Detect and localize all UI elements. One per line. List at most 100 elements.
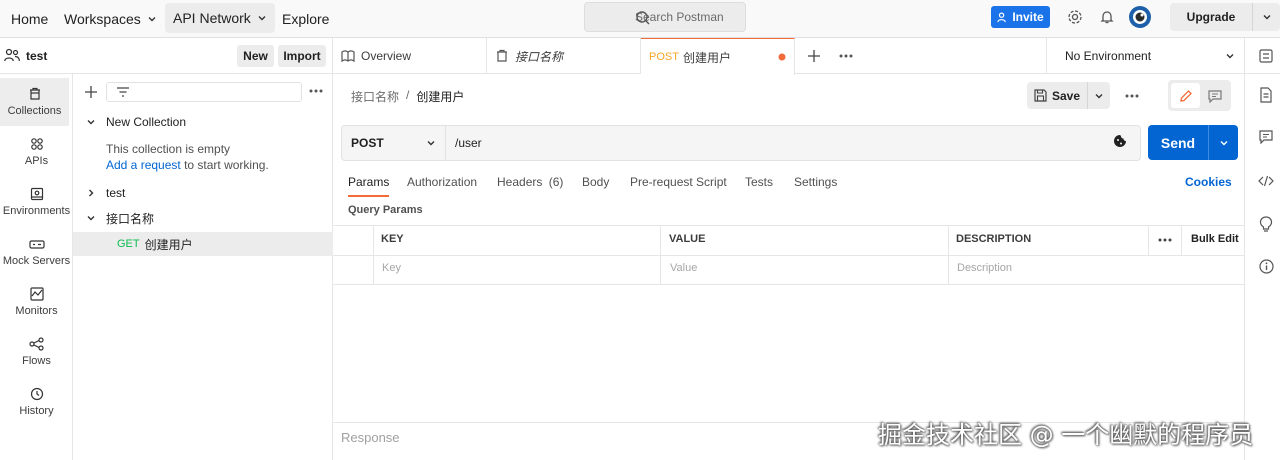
rail-environments[interactable]: Environments bbox=[0, 178, 73, 226]
key-input[interactable]: Key bbox=[382, 262, 401, 274]
tab-params[interactable]: Params bbox=[348, 175, 390, 197]
table-col-divider bbox=[948, 225, 949, 285]
variables-icon[interactable] bbox=[1259, 49, 1273, 63]
bell-icon[interactable] bbox=[1099, 9, 1115, 25]
value-input[interactable]: Value bbox=[670, 262, 697, 274]
tab-label: Overview bbox=[361, 49, 412, 63]
add-request-link[interactable]: Add a request bbox=[106, 158, 181, 172]
add-request-hint: Add a request to start working. bbox=[106, 158, 269, 172]
tab-create-user[interactable]: POST 创建用户 bbox=[641, 38, 795, 75]
upgrade-button[interactable]: Upgrade bbox=[1170, 3, 1280, 31]
empty-collection-text: This collection is empty bbox=[106, 142, 231, 156]
more-icon[interactable] bbox=[1125, 94, 1139, 98]
server-icon bbox=[28, 237, 45, 251]
lightbulb-icon[interactable] bbox=[1259, 216, 1273, 232]
search-input[interactable]: Search Postman bbox=[584, 2, 746, 32]
more-icon[interactable] bbox=[1158, 238, 1172, 242]
chevron-down-icon bbox=[426, 138, 436, 148]
new-button[interactable]: New bbox=[237, 45, 274, 67]
url-input[interactable]: /user bbox=[455, 136, 482, 150]
column-header-value: VALUE bbox=[669, 233, 706, 245]
nav-workspaces[interactable]: Workspaces bbox=[64, 0, 157, 38]
tree-item-request[interactable]: GET 创建用户 bbox=[73, 232, 333, 256]
breadcrumb-current[interactable]: 创建用户 bbox=[416, 88, 464, 105]
table-border-bottom bbox=[333, 284, 1244, 285]
tab-headers[interactable]: Headers (6) bbox=[497, 175, 563, 197]
more-icon[interactable] bbox=[839, 54, 853, 58]
cookie-icon[interactable] bbox=[1113, 134, 1127, 148]
documentation-icon[interactable] bbox=[1259, 87, 1273, 103]
method-select[interactable]: POST bbox=[342, 126, 446, 160]
tab-overview[interactable]: Overview bbox=[333, 38, 487, 74]
environment-select[interactable]: No Environment bbox=[1046, 38, 1244, 74]
nav-api-network[interactable]: API Network bbox=[165, 3, 275, 33]
filter-input[interactable] bbox=[106, 82, 302, 102]
bulk-edit-button[interactable]: Bulk Edit bbox=[1191, 233, 1239, 245]
column-header-key: KEY bbox=[381, 233, 404, 245]
rail-apis[interactable]: APIs bbox=[0, 128, 73, 176]
tree-item-label: 创建用户 bbox=[144, 237, 193, 252]
filter-icon[interactable] bbox=[116, 86, 130, 98]
pencil-icon[interactable] bbox=[1171, 83, 1200, 108]
import-button[interactable]: Import bbox=[278, 45, 326, 67]
breadcrumb-parent[interactable]: 接口名称 bbox=[351, 88, 399, 105]
invite-button[interactable]: Invite bbox=[991, 6, 1050, 28]
query-params-heading: Query Params bbox=[348, 204, 423, 216]
rail-history[interactable]: History bbox=[0, 378, 73, 426]
rail-label: Monitors bbox=[15, 305, 58, 317]
rail-label: History bbox=[19, 405, 54, 417]
save-main[interactable]: Save bbox=[1027, 82, 1088, 109]
comments-icon[interactable] bbox=[1259, 130, 1273, 144]
nav-explore[interactable]: Explore bbox=[282, 0, 329, 38]
tab-pre-request-script[interactable]: Pre-request Script bbox=[630, 175, 727, 197]
chevron-down-icon bbox=[86, 213, 96, 223]
info-icon[interactable] bbox=[1259, 259, 1274, 274]
save-icon bbox=[1034, 89, 1047, 102]
tab-label: 创建用户 bbox=[682, 50, 731, 65]
rail-monitors[interactable]: Monitors bbox=[0, 278, 73, 326]
response-heading: Response bbox=[341, 430, 400, 445]
add-request-suffix: to start working. bbox=[184, 158, 269, 172]
code-icon[interactable] bbox=[1258, 175, 1274, 187]
chevron-down-icon[interactable] bbox=[1208, 125, 1238, 160]
tree-item-new-collection[interactable]: New Collection bbox=[73, 110, 333, 134]
tab-settings[interactable]: Settings bbox=[794, 175, 837, 197]
table-border-mid bbox=[333, 255, 1244, 256]
chevron-down-icon[interactable] bbox=[1253, 12, 1280, 22]
new-tab-plus-icon[interactable] bbox=[807, 49, 821, 63]
tab-tests[interactable]: Tests bbox=[745, 175, 773, 197]
tree-item-label: 接口名称 bbox=[106, 211, 155, 226]
breadcrumb-separator: / bbox=[406, 88, 410, 102]
save-label: Save bbox=[1051, 88, 1081, 103]
comment-icon[interactable] bbox=[1200, 83, 1229, 108]
rail-mock-servers[interactable]: Mock Servers bbox=[0, 228, 73, 276]
send-button[interactable]: Send bbox=[1148, 125, 1238, 160]
monitor-icon bbox=[29, 287, 44, 301]
more-icon[interactable] bbox=[309, 89, 323, 93]
tree-item-test[interactable]: test bbox=[73, 181, 333, 205]
tab-authorization[interactable]: Authorization bbox=[407, 175, 477, 197]
search-icon bbox=[635, 10, 651, 26]
send-label: Send bbox=[1160, 134, 1196, 151]
table-border-top bbox=[333, 225, 1244, 226]
rail-label: APIs bbox=[24, 155, 49, 167]
workspace-name[interactable]: test bbox=[26, 49, 47, 63]
chevron-down-icon[interactable] bbox=[1088, 91, 1110, 101]
tree-item-label: New Collection bbox=[106, 115, 187, 129]
cookies-link[interactable]: Cookies bbox=[1185, 175, 1232, 189]
rail-label: Collections bbox=[7, 105, 62, 117]
rail-flows[interactable]: Flows bbox=[0, 328, 73, 376]
avatar[interactable] bbox=[1129, 6, 1151, 28]
tab-api-collection[interactable]: 接口名称 bbox=[487, 38, 641, 74]
description-input[interactable]: Description bbox=[957, 262, 1012, 274]
unsaved-dot-icon bbox=[778, 53, 786, 61]
chevron-down-icon bbox=[147, 14, 157, 24]
plus-icon[interactable] bbox=[84, 85, 98, 99]
gear-icon[interactable] bbox=[1067, 9, 1083, 25]
tree-item-api-collection[interactable]: 接口名称 bbox=[73, 206, 333, 230]
save-button[interactable]: Save bbox=[1027, 82, 1110, 109]
table-col-divider bbox=[1181, 225, 1182, 255]
rail-collections[interactable]: Collections bbox=[0, 78, 69, 126]
nav-home[interactable]: Home bbox=[11, 0, 48, 38]
tab-body[interactable]: Body bbox=[582, 175, 609, 197]
